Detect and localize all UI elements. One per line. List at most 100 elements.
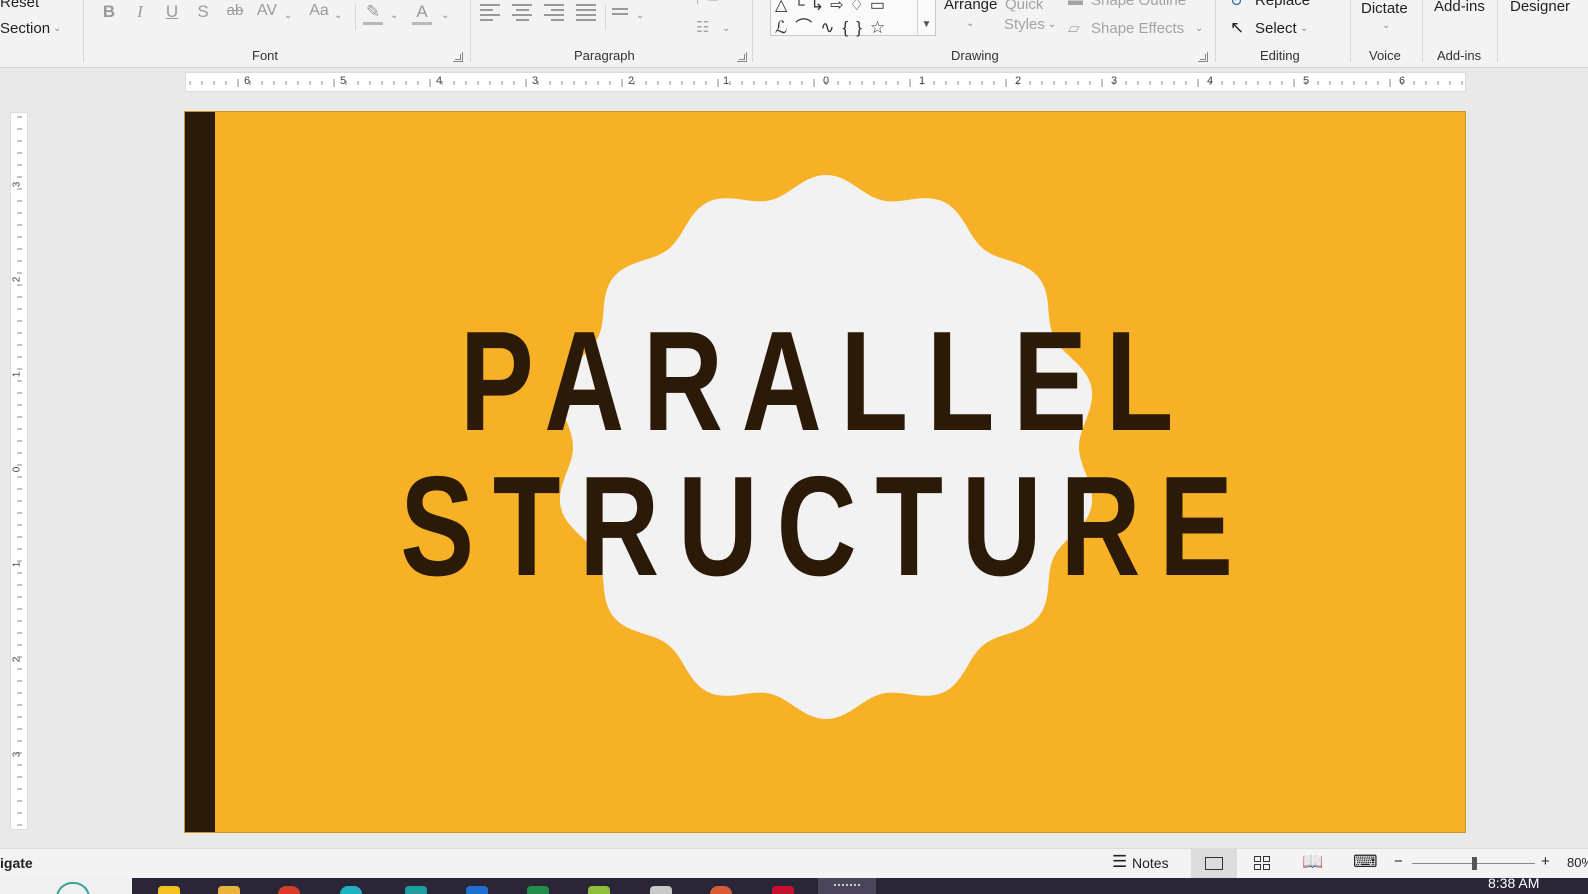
file-explorer-icon[interactable] [218, 886, 240, 894]
case-chevron-icon: ⌄ [334, 10, 343, 21]
slideshow-icon[interactable]: ⌨ [1353, 852, 1378, 872]
paragraph-dialog-launcher[interactable] [737, 52, 747, 62]
normal-view-button[interactable] [1191, 849, 1237, 878]
curve-shape-icon[interactable]: ∿ [820, 18, 842, 37]
ruler-number: 3 [532, 75, 539, 87]
shape-outline-button[interactable]: Shape Outline [1091, 0, 1186, 9]
taskbar-app-icon[interactable] [650, 886, 672, 894]
acrobat-icon[interactable] [772, 886, 794, 894]
zoom-slider-track[interactable] [1412, 857, 1535, 870]
taskbar: 8:38 AM [0, 875, 1588, 894]
ruler-number: 3 [11, 751, 23, 758]
align-left-icon[interactable] [480, 4, 500, 22]
shapes-more-icon[interactable]: ▼ [917, 0, 935, 35]
character-spacing-button[interactable]: AV [254, 2, 280, 20]
justify-icon[interactable] [576, 4, 596, 22]
zoom-slider-thumb[interactable] [1471, 857, 1477, 870]
elbow-arrow-icon[interactable]: ↳ [811, 0, 830, 14]
reading-view-icon[interactable]: 📖 [1302, 852, 1323, 872]
powerpoint-icon[interactable] [710, 886, 732, 894]
triangle-shape-icon[interactable]: △ [775, 0, 793, 14]
notes-icon: ☰ [1112, 852, 1128, 871]
replace-icon: ↻ [1230, 0, 1243, 10]
diamond-shape-icon[interactable]: ♢ [849, 0, 869, 14]
designer-button[interactable]: Designer [1510, 0, 1570, 15]
addins-button[interactable]: Add-ins [1434, 0, 1485, 15]
highlight-color-swatch [363, 22, 383, 25]
ruler-number: 5 [1303, 75, 1310, 87]
navigate-button[interactable]: igate [0, 855, 33, 871]
ribbon: Reset Section ⌄ B I U S ab AV ⌄ Aa ⌄ ✎ ⌄… [0, 0, 1588, 68]
slide-title-line-2[interactable]: STRUCTURE [326, 445, 1326, 609]
reset-button[interactable]: Reset [0, 0, 39, 11]
excel-icon[interactable] [527, 886, 549, 894]
zoom-out-button[interactable]: − [1394, 853, 1403, 870]
group-divider [470, 0, 471, 62]
left-brace-icon[interactable]: { [843, 18, 857, 37]
text-direction-icon[interactable]: ⊢⇀ [696, 0, 718, 8]
slide-sorter-icon[interactable] [1254, 856, 1270, 871]
arrange-button[interactable]: Arrange [944, 0, 997, 13]
ruler-number: 2 [11, 276, 23, 283]
zoom-level[interactable]: 80% [1567, 855, 1588, 870]
group-divider [1215, 0, 1216, 62]
star-shape-icon[interactable]: ☆ [870, 18, 893, 37]
columns-icon[interactable] [612, 8, 628, 26]
taskbar-clock[interactable]: 8:38 AM [1488, 875, 1539, 891]
quick-styles-button[interactable]: Quick [1005, 0, 1043, 13]
convert-smartart-icon[interactable]: ☷ [696, 18, 709, 36]
taskbar-pinned-icon[interactable] [158, 886, 180, 894]
shape-effects-icon: ▱ [1068, 20, 1080, 37]
taskbar-weather-area[interactable] [0, 878, 132, 894]
font-color-button[interactable]: A [409, 2, 435, 22]
underline-button[interactable]: U [159, 2, 185, 22]
section-button[interactable]: Section [0, 20, 50, 37]
shape-effects-chevron-icon: ⌄ [1195, 23, 1204, 34]
right-arrow-icon[interactable]: ⇨ [830, 0, 849, 14]
right-brace-icon[interactable]: } [856, 18, 870, 37]
dictate-button[interactable]: Dictate [1361, 0, 1408, 17]
store-icon[interactable] [405, 886, 427, 894]
ruler-number: 2 [11, 656, 23, 663]
italic-button[interactable]: I [127, 2, 153, 22]
horizontal-ruler[interactable]: 6 5 4 3 2 1 0 1 2 3 4 5 6 [185, 72, 1466, 92]
ruler-number: 3 [1111, 75, 1118, 87]
select-button[interactable]: Select [1255, 20, 1297, 37]
shapes-gallery[interactable]: △└↳⇨♢▭ ℒ⌒∿{}☆ ▼ [770, 0, 936, 37]
select-cursor-icon: ↖ [1230, 18, 1245, 37]
zoom-in-button[interactable]: + [1541, 853, 1550, 870]
word-icon[interactable] [466, 886, 488, 894]
vertical-ruler[interactable]: 3 2 1 0 1 2 3 [10, 112, 28, 830]
text-shadow-button[interactable]: S [190, 2, 216, 22]
elbow-connector-icon[interactable]: └ [793, 0, 810, 14]
quick-styles-label: Styles [1004, 16, 1045, 33]
freeform-shape-icon[interactable]: ℒ [775, 18, 795, 37]
edge-icon[interactable] [340, 886, 362, 894]
slide-canvas[interactable]: PARALLEL STRUCTURE [184, 111, 1466, 833]
change-case-button[interactable]: Aa [306, 2, 332, 20]
ruler-number: 2 [628, 75, 635, 87]
voice-group-label: Voice [1369, 48, 1401, 63]
status-bar: igate ☰ Notes 📖 ⌨ − + 80% [0, 848, 1588, 878]
bold-button[interactable]: B [96, 2, 122, 22]
highlight-icon[interactable]: ✎ [360, 2, 386, 22]
arc-shape-icon[interactable]: ⌒ [795, 18, 820, 37]
drawing-dialog-launcher[interactable] [1198, 52, 1208, 62]
taskbar-app-icon[interactable] [588, 886, 610, 894]
shape-effects-button[interactable]: Shape Effects [1091, 20, 1184, 37]
normal-view-icon [1205, 857, 1223, 870]
align-right-icon[interactable] [544, 4, 564, 22]
slide-title-line-1[interactable]: PARALLEL [326, 300, 1326, 464]
ruler-number: 1 [919, 75, 926, 87]
font-dialog-launcher[interactable] [453, 52, 463, 62]
notes-button[interactable]: Notes [1132, 855, 1169, 871]
group-divider [1350, 0, 1351, 62]
rectangle-shape-icon[interactable]: ▭ [870, 0, 891, 14]
active-app-button[interactable] [818, 878, 876, 894]
paragraph-group-label: Paragraph [574, 48, 635, 63]
align-center-icon[interactable] [512, 4, 532, 22]
replace-button[interactable]: Replace [1255, 0, 1310, 9]
strikethrough-button[interactable]: ab [222, 2, 248, 19]
ruler-number: 5 [340, 75, 347, 87]
chrome-icon[interactable] [278, 886, 300, 894]
